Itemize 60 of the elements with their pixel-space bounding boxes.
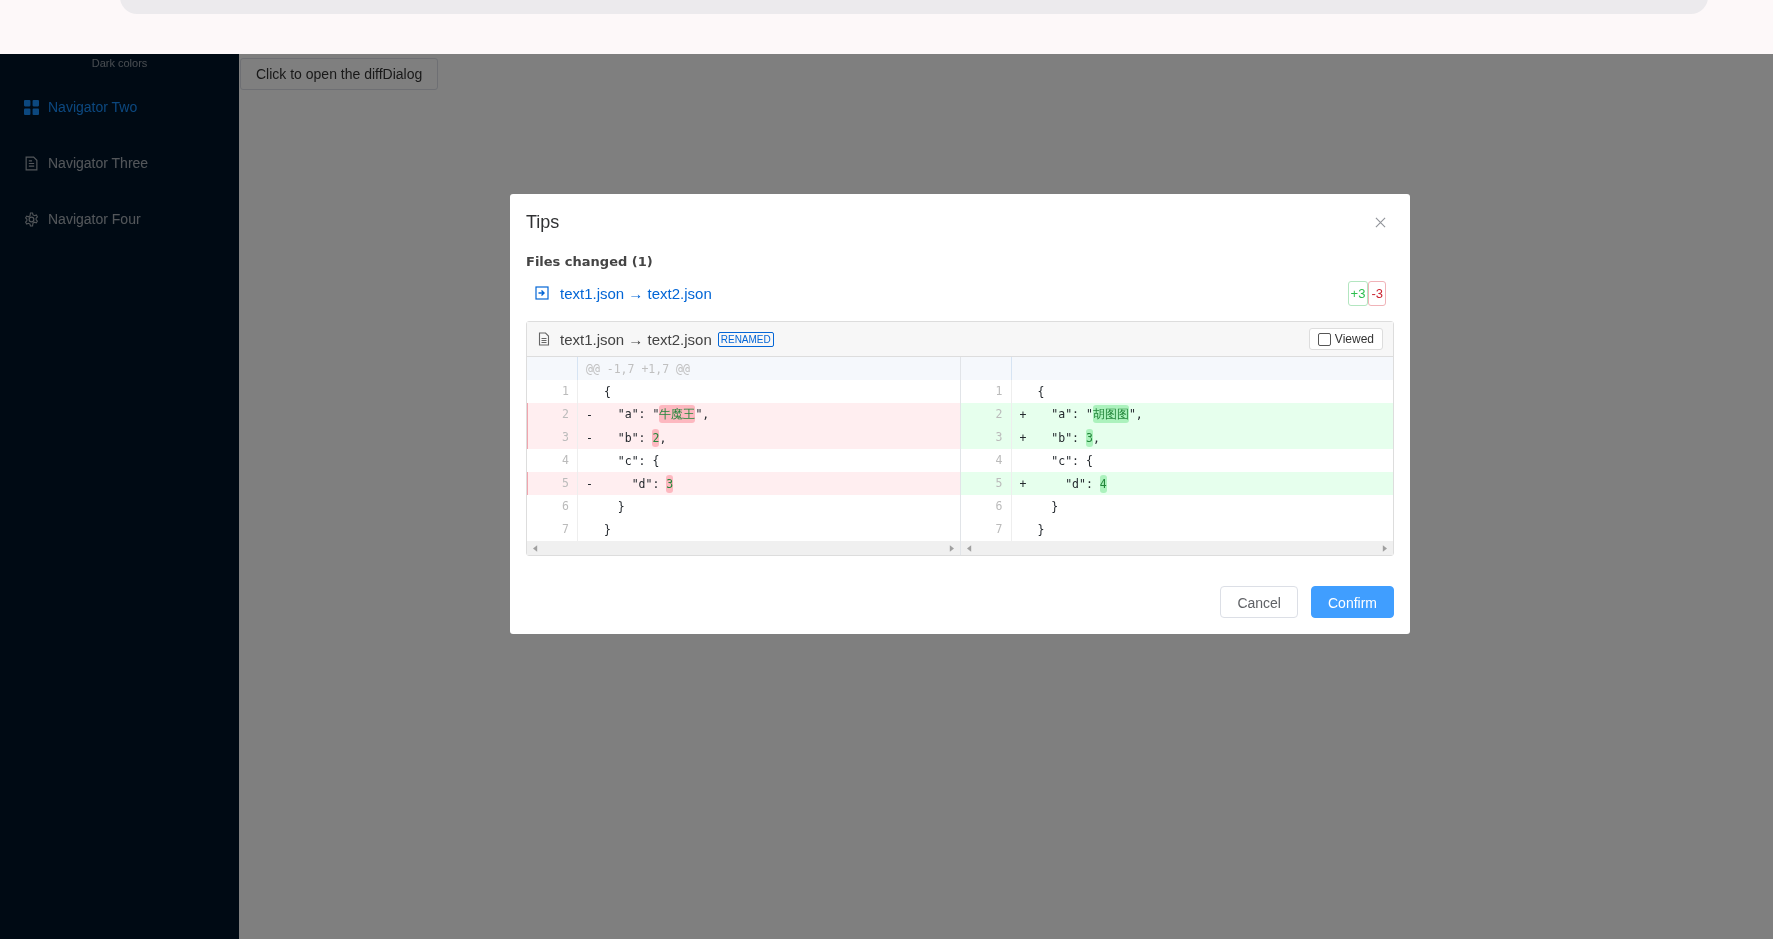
deletions-count: -3: [1368, 280, 1386, 306]
additions-count: +3: [1347, 280, 1369, 306]
horizontal-scrollbar[interactable]: [527, 541, 960, 555]
code-line: }: [604, 522, 611, 537]
hunk-header: @@ -1,7 +1,7 @@: [586, 361, 690, 376]
code-line: "b": 3,: [1050, 430, 1100, 445]
code-line: }: [1050, 499, 1059, 514]
code-line: {: [1037, 384, 1045, 399]
grid-icon: [24, 99, 39, 115]
file-link[interactable]: text1.json → text2.json: [560, 284, 712, 302]
renamed-badge: RENAMED: [717, 331, 774, 347]
diff-sign: +: [1019, 476, 1027, 491]
diff-sign: +: [1019, 430, 1027, 445]
diff-sign: +: [1019, 407, 1027, 422]
diff-sign: -: [586, 430, 593, 445]
close-icon[interactable]: [1375, 216, 1386, 228]
code-line: "d": 3: [630, 476, 674, 491]
diff-sign: -: [586, 407, 593, 422]
code-line: }: [616, 499, 625, 514]
document-icon: [537, 332, 551, 346]
line-number: 2: [995, 407, 1003, 421]
line-number: 2: [562, 407, 569, 421]
sidebar-item[interactable]: Navigator Four: [0, 191, 239, 247]
line-number: 4: [562, 453, 569, 467]
viewed-checkbox[interactable]: [1317, 332, 1331, 346]
open-dialog-button[interactable]: Click to open the diffDialog: [240, 58, 439, 90]
line-number: 6: [562, 499, 569, 513]
line-number: 5: [562, 476, 569, 490]
cancel-button[interactable]: Cancel: [1220, 586, 1298, 618]
line-number: 3: [562, 430, 569, 444]
line-number: 1: [562, 384, 569, 398]
line-number: 1: [995, 384, 1003, 398]
sidebar-caption: Dark colors: [90, 56, 149, 71]
code-line: {: [604, 384, 611, 399]
line-number: 7: [995, 522, 1003, 536]
diff-sign: -: [586, 476, 593, 491]
file-name: text1.json → text2.json: [560, 330, 712, 348]
line-number: 5: [995, 476, 1003, 490]
horizontal-scrollbar[interactable]: [960, 541, 1393, 555]
sidebar-item[interactable]: Navigator Three: [0, 135, 239, 191]
code-line: "a": "胡图图",: [1050, 407, 1143, 422]
line-number: 7: [562, 522, 569, 536]
confirm-button[interactable]: Confirm: [1311, 586, 1394, 618]
scroll-left-icon[interactable]: [966, 544, 972, 552]
scroll-right-icon[interactable]: [1382, 544, 1387, 552]
viewed-button[interactable]: Viewed: [1308, 328, 1383, 350]
rename-icon: [535, 286, 549, 300]
dialog-title: Tips: [526, 211, 560, 233]
scroll-right-icon[interactable]: [948, 544, 954, 552]
code-line: "b": 2,: [616, 430, 667, 445]
code-line: "d": 4: [1064, 476, 1107, 491]
code-line: }: [1037, 522, 1045, 537]
code-line: "c": {: [616, 453, 660, 468]
files-heading: Files changed (1): [526, 254, 654, 269]
code-line: "a": "牛魔王",: [616, 407, 710, 422]
code-line: "c": {: [1050, 453, 1093, 468]
scroll-left-icon[interactable]: [533, 544, 538, 552]
line-number: 3: [995, 430, 1003, 444]
line-number: 6: [995, 499, 1003, 513]
line-number: 4: [995, 453, 1003, 467]
